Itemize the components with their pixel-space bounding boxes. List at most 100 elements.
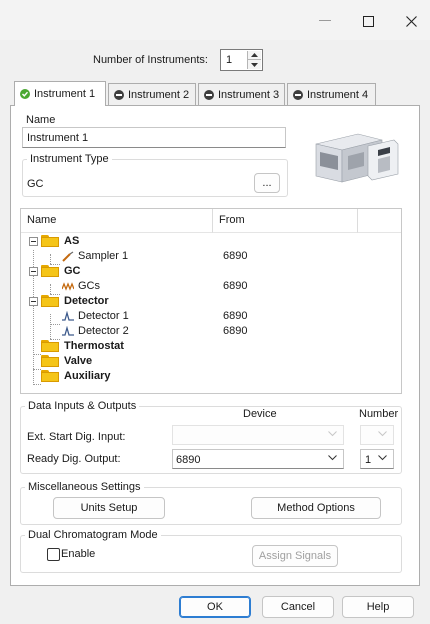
tree-row[interactable]: GC [21,264,401,279]
ok-button[interactable]: OK [179,596,251,618]
tab-instrument-1[interactable]: Instrument 1 [14,81,106,106]
instrument-count-spinner[interactable]: 1 [220,49,263,71]
chevron-down-icon [328,455,337,461]
minus-circle-icon [114,89,124,100]
tree-row[interactable]: Sampler 1 6890 [21,249,401,264]
cancel-button[interactable]: Cancel [262,596,334,618]
collapse-icon[interactable] [29,267,38,276]
tree-item-label: GCs [78,280,100,292]
tree-item-label: GC [64,265,81,277]
tab-instrument-2[interactable]: Instrument 2 [108,83,196,105]
ext-start-device-select[interactable] [172,425,344,445]
tree-item-label: Auxiliary [64,370,111,382]
tab-label: Instrument 3 [218,88,280,101]
method-options-button[interactable]: Method Options [251,497,381,519]
module-tree[interactable]: Name From AS Sampler 1 6890 GC GCs 6890 [20,208,402,394]
ready-output-number-select[interactable]: 1 [360,449,394,469]
title-bar [0,0,430,40]
tree-item-label: Detector [64,295,109,307]
browse-button-label: ... [262,177,272,189]
folder-icon [41,355,59,367]
tree-connector [33,384,41,385]
tab-label: Instrument 1 [34,88,96,100]
tree-item-from: 6890 [223,250,248,262]
ext-start-number-select[interactable] [360,425,394,445]
column-header-empty [358,209,401,233]
tree-row[interactable]: AS [21,234,401,249]
cancel-label: Cancel [280,601,316,613]
tree-item-label: Detector 2 [78,325,129,337]
minimize-icon[interactable] [312,8,338,34]
tree-item-from: 6890 [223,325,248,337]
enable-label[interactable]: Enable [61,548,95,560]
spin-down-icon[interactable] [248,60,261,69]
ok-label: OK [207,601,223,613]
ready-output-device-select[interactable]: 6890 [172,449,344,469]
sampler-icon [62,251,74,262]
tree-item-from: 6890 [223,280,248,292]
ready-output-label: Ready Dig. Output: [27,453,121,465]
assign-signals-button[interactable]: Assign Signals [252,545,338,567]
folder-icon [41,340,59,352]
folder-icon [41,295,59,307]
ready-output-number-value: 1 [365,454,372,466]
dual-mode-title: Dual Chromatogram Mode [25,529,161,541]
check-circle-icon [20,89,30,99]
device-header: Device [243,408,277,420]
collapse-icon[interactable] [29,297,38,306]
tab-instrument-3[interactable]: Instrument 3 [198,83,285,105]
tab-label: Instrument 2 [128,88,190,101]
gc-icon [61,281,75,292]
instrument-count-value[interactable]: 1 [226,54,232,66]
close-icon[interactable] [398,8,424,34]
browse-button[interactable]: ... [254,173,280,193]
collapse-icon[interactable] [29,237,38,246]
instrument-name-input[interactable]: Instrument 1 [22,127,286,148]
units-setup-button[interactable]: Units Setup [53,497,165,519]
tree-item-label: Detector 1 [78,310,129,322]
detector-signal-icon [62,325,74,337]
gc-instrument-image [312,126,402,188]
folder-icon [41,370,59,382]
tree-row[interactable]: Detector 1 6890 [21,309,401,324]
tree-item-label: Thermostat [64,340,124,352]
number-header: Number [359,408,399,420]
tree-item-label: Valve [64,355,93,367]
chevron-down-icon [328,431,337,437]
help-button[interactable]: Help [342,596,414,618]
column-header-from[interactable]: From [213,209,358,233]
tree-row[interactable]: Auxiliary [21,369,401,384]
assign-signals-label: Assign Signals [258,550,332,562]
spin-up-icon[interactable] [248,51,261,60]
help-label: Help [366,601,390,613]
tree-row[interactable]: Valve [21,354,401,369]
detector-signal-icon [62,310,74,322]
chevron-down-icon [378,431,387,437]
tab-instrument-4[interactable]: Instrument 4 [287,83,376,105]
method-options-label: Method Options [277,502,355,514]
instrument-name-value: Instrument 1 [27,132,89,144]
ready-output-device-value: 6890 [176,454,201,466]
name-label: Name [26,114,56,126]
maximize-icon[interactable] [355,8,381,34]
ext-start-label: Ext. Start Dig. Input: [27,431,126,443]
tab-label: Instrument 4 [307,88,369,101]
tree-row[interactable]: Thermostat [21,339,401,354]
tree-item-from: 6890 [223,310,248,322]
folder-icon [41,235,59,247]
units-setup-label: Units Setup [80,502,138,514]
column-header-name[interactable]: Name [21,209,213,233]
instrument-type-title: Instrument Type [27,153,112,165]
tree-row[interactable]: Detector 2 6890 [21,324,401,339]
minus-circle-icon [204,89,214,100]
enable-checkbox[interactable] [47,548,60,561]
instrument-count-label: Number of Instruments: [93,54,208,66]
instrument-type-value: GC [27,178,44,190]
minus-circle-icon [293,89,303,100]
data-io-title: Data Inputs & Outputs [25,400,140,412]
tree-item-label: AS [64,235,80,247]
folder-icon [41,265,59,277]
tree-row[interactable]: Detector [21,294,401,309]
tree-row[interactable]: GCs 6890 [21,279,401,294]
chevron-down-icon [378,455,387,461]
